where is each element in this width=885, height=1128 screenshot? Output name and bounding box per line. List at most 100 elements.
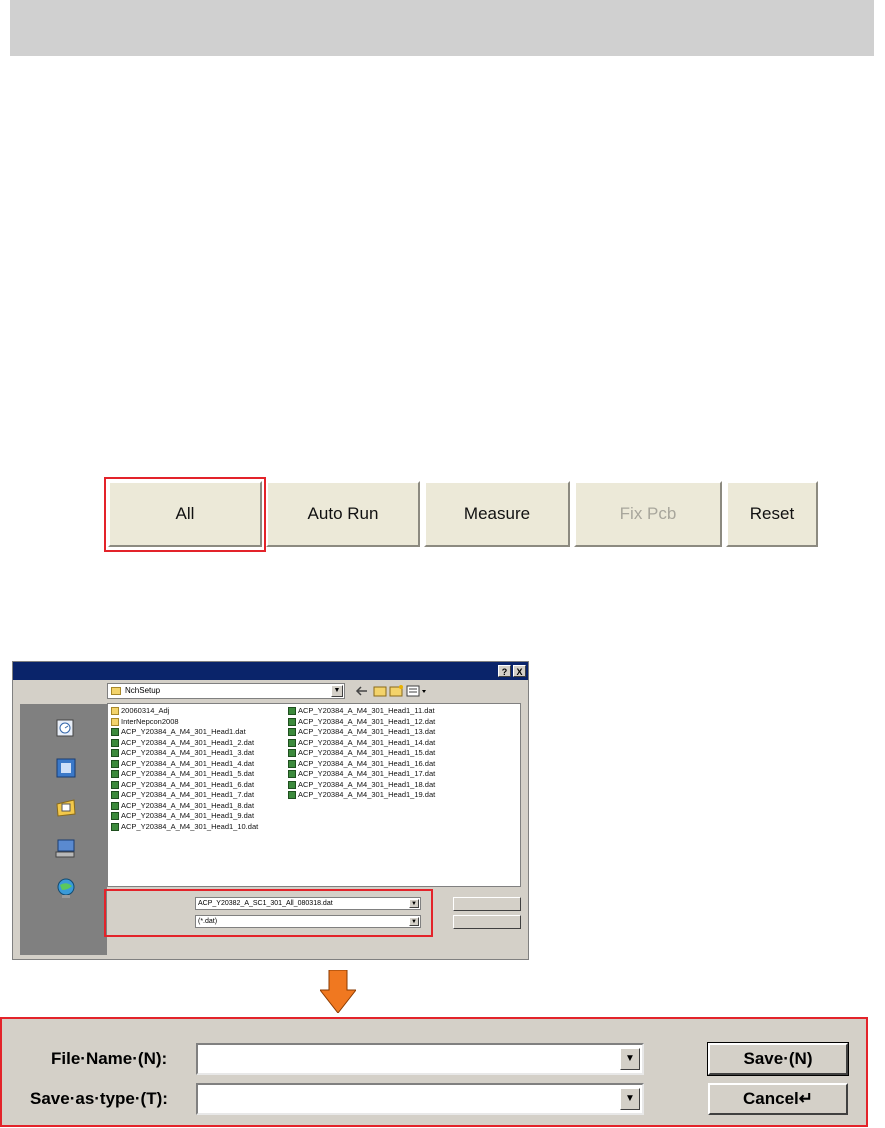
- list-item[interactable]: ACP_Y20384_A_M4_301_Head1_13.dat: [288, 727, 435, 738]
- auto-run-button[interactable]: Auto Run: [266, 481, 420, 547]
- list-item[interactable]: InterNepcon2008: [111, 717, 258, 728]
- file-icon: [288, 791, 296, 800]
- list-item-label: ACP_Y20384_A_M4_301_Head1_12.dat: [298, 716, 436, 726]
- folder-icon: [111, 707, 119, 716]
- file-name-value: ACP_Y20382_A_SC1_301_All_080318.dat: [198, 900, 333, 907]
- list-item-label: ACP_Y20384_A_M4_301_Head1_19.dat: [298, 790, 436, 799]
- fix-pcb-button: Fix Pcb: [574, 481, 722, 547]
- list-item[interactable]: ACP_Y20384_A_M4_301_Head1_10.dat: [111, 822, 258, 833]
- places-bar: [20, 704, 107, 955]
- list-item[interactable]: ACP_Y20384_A_M4_301_Head1_8.dat: [111, 801, 258, 812]
- list-item-label: ACP_Y20384_A_M4_301_Head1_3.dat: [121, 748, 255, 757]
- chevron-down-icon[interactable]: ▼: [409, 899, 419, 908]
- chevron-down-icon[interactable]: ▼: [620, 1088, 640, 1110]
- history-icon[interactable]: [54, 716, 78, 740]
- file-icon: [111, 780, 119, 789]
- file-icon: [288, 759, 296, 768]
- file-icon: [288, 717, 296, 726]
- file-column-1: 20060314_Adj InterNepcon2008 ACP_Y20384_A_…: [111, 706, 258, 832]
- file-icon: [111, 812, 119, 821]
- save-type-select[interactable]: (*.dat) ▼: [195, 915, 421, 928]
- measure-button[interactable]: Measure: [424, 481, 570, 547]
- file-icon: [288, 728, 296, 737]
- list-item-label: ACP_Y20384_A_M4_301_Head1_11.dat: [298, 706, 435, 715]
- cancel-button[interactable]: Cancel↵: [708, 1083, 848, 1115]
- list-item[interactable]: 20060314_Adj: [111, 706, 258, 717]
- list-item-label: ACP_Y20384_A_M4_301_Head1_4.dat: [121, 758, 255, 768]
- network-icon[interactable]: [54, 876, 78, 900]
- file-icon: [111, 728, 119, 737]
- file-name-label: File·Name·(N):: [51, 1049, 168, 1068]
- list-item[interactable]: ACP_Y20384_A_M4_301_Head1.dat: [111, 727, 258, 738]
- zoom-save-type-select[interactable]: ▼: [196, 1083, 644, 1115]
- file-icon: [111, 770, 119, 779]
- all-button[interactable]: All: [108, 481, 262, 547]
- folder-icon: [111, 717, 119, 726]
- desktop-icon[interactable]: [54, 756, 78, 780]
- list-item[interactable]: ACP_Y20384_A_M4_301_Head1_2.dat: [111, 738, 258, 749]
- dialog-cancel-button[interactable]: [453, 915, 521, 929]
- list-item-label: ACP_Y20384_A_M4_301_Head1_14.dat: [298, 737, 436, 747]
- list-item[interactable]: ACP_Y20384_A_M4_301_Head1_3.dat: [111, 748, 258, 759]
- file-icon: [288, 749, 296, 758]
- list-item[interactable]: ACP_Y20384_A_M4_301_Head1_9.dat: [111, 811, 258, 822]
- toolbar: All Auto Run Measure Fix Pcb Reset: [108, 481, 818, 547]
- look-in-combo[interactable]: NchSetup ▼: [107, 683, 345, 699]
- list-item[interactable]: ACP_Y20384_A_M4_301_Head1_11.dat: [288, 706, 435, 717]
- list-item[interactable]: ACP_Y20384_A_M4_301_Head1_4.dat: [111, 759, 258, 770]
- file-icon: [111, 801, 119, 810]
- my-documents-icon[interactable]: [54, 796, 78, 820]
- file-icon: [288, 770, 296, 779]
- list-item-label: ACP_Y20384_A_M4_301_Head1_10.dat: [121, 821, 259, 831]
- chevron-down-icon[interactable]: ▼: [620, 1048, 640, 1070]
- list-item[interactable]: ACP_Y20384_A_M4_301_Head1_12.dat: [288, 717, 435, 728]
- close-button[interactable]: X: [513, 665, 526, 677]
- file-column-2: ACP_Y20384_A_M4_301_Head1_11.dat ACP_Y203…: [288, 706, 435, 801]
- list-item[interactable]: ACP_Y20384_A_M4_301_Head1_16.dat: [288, 759, 435, 770]
- look-in-value: NchSetup: [125, 686, 161, 695]
- back-arrow-icon: [355, 686, 367, 696]
- dialog-save-button[interactable]: [453, 897, 521, 911]
- save-dialog: ? X NchSetup ▼ 20060314_Adj InterNepcon20…: [12, 661, 529, 960]
- my-computer-icon[interactable]: [54, 836, 78, 860]
- list-item[interactable]: ACP_Y20384_A_M4_301_Head1_6.dat: [111, 780, 258, 791]
- list-item[interactable]: ACP_Y20384_A_M4_301_Head1_18.dat: [288, 780, 435, 791]
- save-button[interactable]: Save·(N): [707, 1042, 849, 1076]
- list-item[interactable]: ACP_Y20384_A_M4_301_Head1_17.dat: [288, 769, 435, 780]
- list-item-label: ACP_Y20384_A_M4_301_Head1_13.dat: [298, 727, 436, 736]
- list-item-label: 20060314_Adj: [121, 706, 170, 715]
- list-item[interactable]: ACP_Y20384_A_M4_301_Head1_7.dat: [111, 790, 258, 801]
- list-item[interactable]: ACP_Y20384_A_M4_301_Head1_15.dat: [288, 748, 435, 759]
- chevron-down-icon[interactable]: ▼: [409, 917, 419, 926]
- list-item-label: ACP_Y20384_A_M4_301_Head1_15.dat: [298, 748, 436, 757]
- folder-icon: [111, 687, 121, 695]
- list-item-label: ACP_Y20384_A_M4_301_Head1_18.dat: [298, 779, 436, 789]
- top-gray-band: [10, 0, 874, 56]
- save-type-label: Save·as·type·(T):: [30, 1089, 168, 1108]
- list-item-label: ACP_Y20384_A_M4_301_Head1_2.dat: [121, 737, 255, 747]
- file-list[interactable]: 20060314_Adj InterNepcon2008 ACP_Y20384_A_…: [107, 703, 521, 887]
- down-arrow-icon: [320, 970, 356, 1013]
- list-item-label: ACP_Y20384_A_M4_301_Head1_8.dat: [121, 800, 255, 810]
- list-item-label: InterNepcon2008: [121, 716, 179, 726]
- file-icon: [111, 759, 119, 768]
- view-menu-icon: [406, 685, 426, 697]
- file-icon: [111, 749, 119, 758]
- file-icon: [288, 738, 296, 747]
- nav-toolbar-icons: [355, 685, 426, 697]
- list-item-label: ACP_Y20384_A_M4_301_Head1_9.dat: [121, 811, 255, 820]
- file-icon: [288, 780, 296, 789]
- zoom-file-name-input[interactable]: ▼: [196, 1043, 644, 1075]
- help-button[interactable]: ?: [498, 665, 511, 677]
- file-icon: [288, 707, 296, 716]
- file-name-input[interactable]: ACP_Y20382_A_SC1_301_All_080318.dat ▼: [195, 897, 421, 910]
- list-item-label: ACP_Y20384_A_M4_301_Head1.dat: [121, 727, 246, 736]
- reset-button[interactable]: Reset: [726, 481, 818, 547]
- zoomed-save-panel: File·Name·(N): Save·as·type·(T): ▼ ▼ Sav…: [0, 1017, 868, 1127]
- list-item[interactable]: ACP_Y20384_A_M4_301_Head1_19.dat: [288, 790, 435, 801]
- list-item[interactable]: ACP_Y20384_A_M4_301_Head1_14.dat: [288, 738, 435, 749]
- file-icon: [111, 738, 119, 747]
- chevron-down-icon[interactable]: ▼: [331, 685, 343, 697]
- new-folder-icon: [389, 685, 403, 697]
- list-item[interactable]: ACP_Y20384_A_M4_301_Head1_5.dat: [111, 769, 258, 780]
